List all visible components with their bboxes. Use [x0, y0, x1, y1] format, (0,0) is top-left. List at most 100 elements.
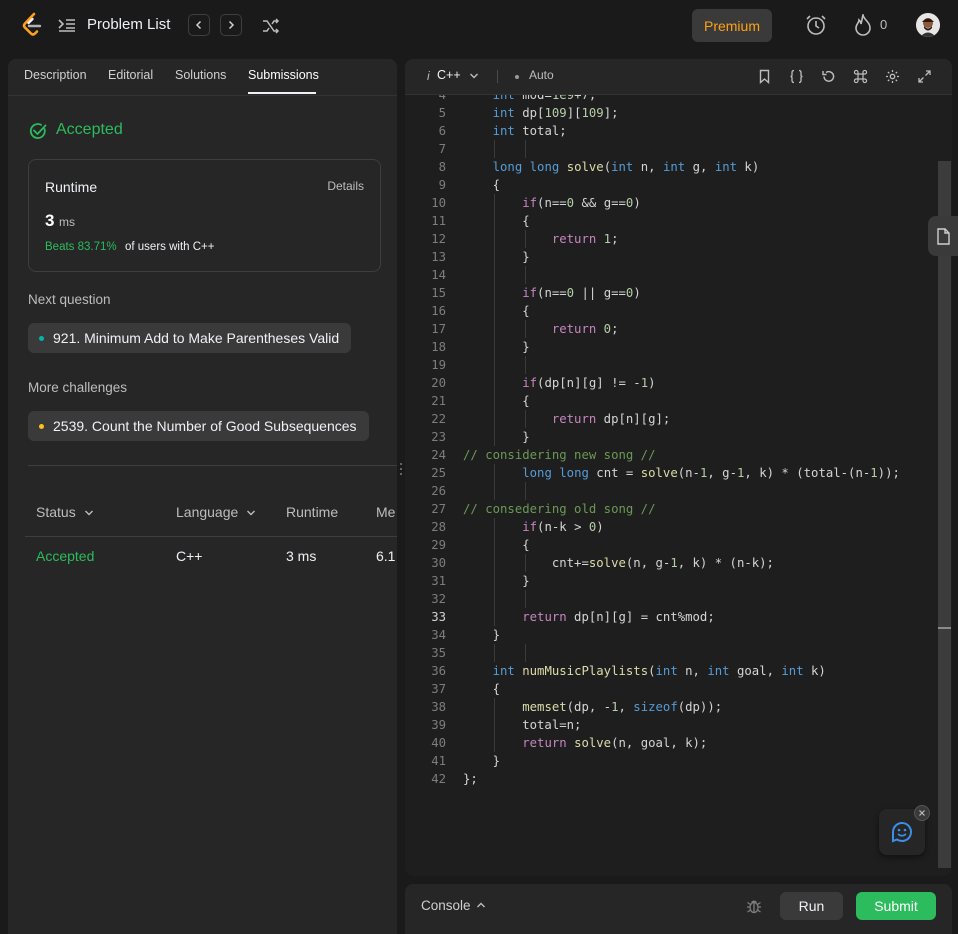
line-number: 35 — [431, 646, 446, 660]
line-number: 20 — [431, 376, 446, 390]
line-number: 40 — [431, 736, 446, 750]
tab-solutions[interactable]: Solutions — [175, 68, 226, 82]
code-text: } — [463, 430, 530, 444]
details-link[interactable]: Details — [327, 179, 364, 193]
code-text: { — [463, 394, 530, 408]
tab-editorial[interactable]: Editorial — [108, 68, 153, 82]
editor-toolbar: i C++ Auto — [405, 59, 952, 95]
chevron-down-icon[interactable] — [469, 72, 479, 80]
run-button[interactable]: Run — [780, 892, 843, 920]
language-selector[interactable]: C++ — [437, 68, 461, 82]
line-number: 33 — [431, 610, 446, 624]
console-toggle[interactable]: Console — [421, 898, 471, 913]
line-number: 4 — [438, 95, 446, 102]
table-header-divider — [25, 536, 397, 537]
top-bar: Problem List Premium 0 — [0, 0, 958, 50]
code-text: // consedering old song // — [463, 502, 656, 516]
separator — [497, 70, 498, 83]
runtime-unit: ms — [59, 215, 75, 229]
leetcode-logo-icon[interactable] — [20, 12, 44, 38]
alarm-icon[interactable] — [805, 14, 827, 36]
tab-description[interactable]: Description — [24, 68, 87, 82]
code-text: long long cnt = solve(n-1, g-1, k) * (to… — [522, 466, 900, 480]
memory-column-header: Me — [376, 504, 396, 520]
note-icon — [937, 228, 950, 245]
next-question-link[interactable]: 921. Minimum Add to Make Parentheses Val… — [28, 323, 352, 353]
indent-guide — [525, 644, 527, 662]
line-number: 18 — [431, 340, 446, 354]
line-number: 28 — [431, 520, 446, 534]
braces-icon[interactable] — [789, 69, 804, 84]
code-text: { — [463, 178, 501, 192]
indent-guide — [525, 266, 527, 284]
next-question-title: 921. Minimum Add to Make Parentheses Val… — [53, 330, 340, 346]
code-text: int mod=1e9+7; — [492, 95, 597, 102]
line-number: 31 — [431, 574, 446, 588]
bug-icon[interactable] — [745, 897, 763, 915]
status-header-label: Status — [36, 504, 76, 520]
premium-button[interactable]: Premium — [692, 9, 772, 42]
bookmark-icon[interactable] — [757, 69, 772, 84]
gear-icon[interactable] — [885, 69, 900, 84]
left-panel: Description Editorial Solutions Submissi… — [8, 59, 397, 934]
line-number: 23 — [431, 430, 446, 444]
code-text: total=n; — [463, 718, 582, 732]
next-question-label: Next question — [28, 292, 111, 307]
prev-problem-button[interactable] — [188, 14, 210, 36]
more-challenge-title: 2539. Count the Number of Good Subsequen… — [53, 418, 357, 434]
submit-button[interactable]: Submit — [856, 892, 936, 920]
row-status[interactable]: Accepted — [36, 548, 94, 564]
command-icon[interactable] — [853, 69, 868, 84]
info-icon: i — [427, 69, 430, 83]
row-language: C++ — [176, 548, 203, 564]
runtime-card[interactable]: Runtime Details 3 ms Beats 83.71% of use… — [28, 159, 381, 272]
chevron-down-icon — [84, 510, 93, 516]
line-number: 8 — [438, 160, 446, 174]
avatar[interactable] — [916, 13, 940, 37]
status-column-header[interactable]: Status — [36, 504, 94, 520]
line-number: 29 — [431, 538, 446, 552]
line-number: 10 — [431, 196, 446, 210]
tab-submissions[interactable]: Submissions — [248, 68, 319, 82]
language-header-label: Language — [176, 504, 239, 520]
shuffle-icon[interactable] — [262, 17, 280, 35]
chevron-up-icon[interactable] — [476, 901, 486, 909]
line-number: 22 — [431, 412, 446, 426]
line-number: 39 — [431, 718, 446, 732]
line-number: 36 — [431, 664, 446, 678]
code-text: { — [463, 682, 501, 696]
list-icon[interactable] — [57, 15, 77, 35]
indent-guide — [525, 482, 527, 500]
runtime-column-header: Runtime — [286, 504, 339, 520]
problem-list-link[interactable]: Problem List — [87, 16, 170, 33]
code-text: // considering new song // — [463, 448, 656, 462]
indent-guide — [525, 356, 527, 374]
code-text: int dp[109][109]; — [492, 106, 619, 120]
more-challenge-link[interactable]: 2539. Count the Number of Good Subsequen… — [28, 411, 369, 441]
reset-icon[interactable] — [821, 69, 836, 84]
divider — [28, 465, 397, 466]
code-text: return dp[n][g]; — [551, 412, 671, 426]
code-text: } — [463, 754, 501, 768]
chat-close-button[interactable] — [914, 805, 930, 821]
code-text: { — [463, 538, 530, 552]
code-text: memset(dp, -1, sizeof(dp)); — [522, 700, 723, 714]
chevron-left-icon — [195, 20, 202, 30]
line-number: 17 — [431, 322, 446, 336]
line-number: 25 — [431, 466, 446, 480]
code-text: if(n-k > 0) — [522, 520, 604, 534]
expand-icon[interactable] — [917, 69, 932, 84]
code-area[interactable]: 4 int mod=1e9+7; 5 int dp[109][109]; 6 int… — [405, 95, 937, 876]
streak-count: 0 — [880, 17, 888, 32]
language-column-header[interactable]: Language — [176, 504, 256, 520]
submission-status-title: Accepted — [56, 121, 123, 138]
panel-resize-handle[interactable] — [398, 461, 404, 477]
line-number: 41 — [431, 754, 446, 768]
scrollbar-thumb[interactable] — [938, 161, 951, 868]
line-number: 13 — [431, 250, 446, 264]
next-problem-button[interactable] — [220, 14, 242, 36]
notes-tab[interactable] — [928, 216, 958, 256]
fire-icon[interactable] — [853, 14, 873, 36]
code-text: return 0; — [551, 322, 619, 336]
auto-mode-label[interactable]: Auto — [529, 68, 554, 82]
